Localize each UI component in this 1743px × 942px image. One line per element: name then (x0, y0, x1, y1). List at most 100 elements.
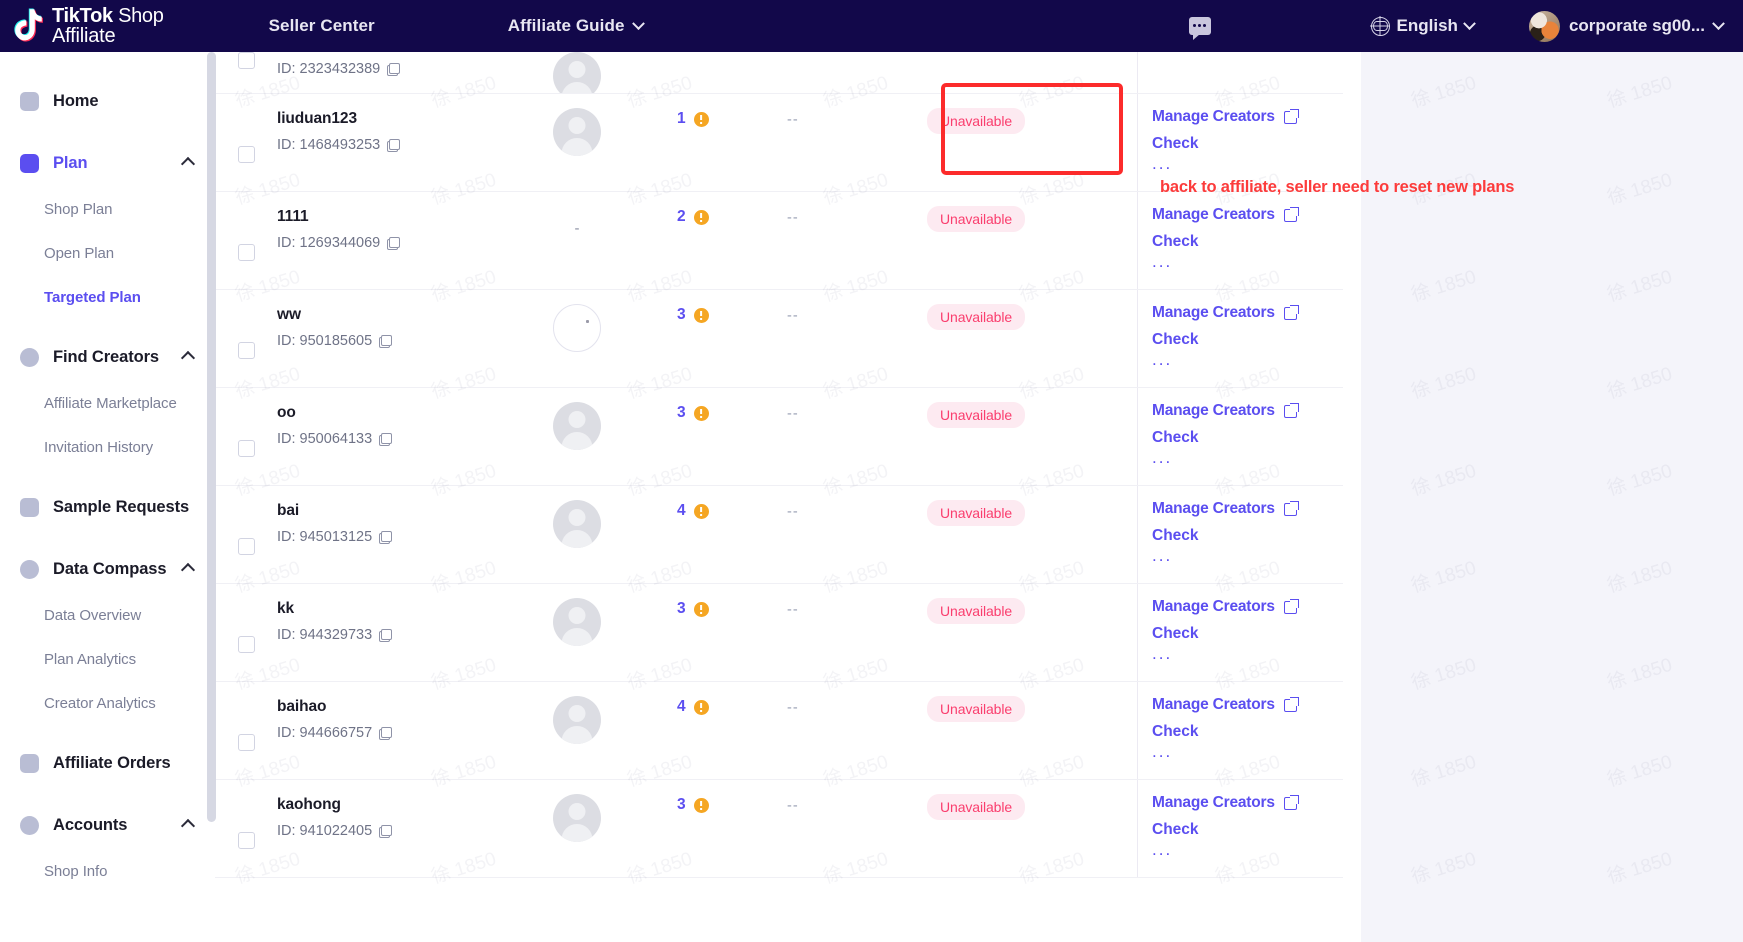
check-link[interactable]: Check (1152, 233, 1343, 251)
row-actions-cell[interactable]: Manage Creators Check... (1137, 290, 1343, 387)
table-row[interactable]: 1111 ID: 1269344069 - 2 -- Unavailable Manage … (215, 192, 1343, 290)
check-link[interactable]: Check (1152, 135, 1343, 153)
manage-creators-link[interactable]: Manage Creators (1152, 108, 1343, 126)
manage-creators-link[interactable]: Manage Creators (1152, 500, 1343, 518)
check-link[interactable]: Check (1152, 331, 1343, 349)
sidebar-item-home[interactable]: Home (0, 84, 215, 118)
more-actions-button[interactable]: ... (1152, 743, 1343, 760)
sidebar-subitem-targeted-plan[interactable]: Targeted Plan (0, 282, 215, 312)
table-row[interactable]: baihao ID: 944666757 4 -- Unavailable Manage … (215, 682, 1343, 780)
sidebar-subitem-affiliate-marketplace[interactable]: Affiliate Marketplace (0, 388, 215, 418)
sidebar-item-plan[interactable]: Plan (0, 146, 215, 180)
sidebar-item-sample-requests[interactable]: Sample Requests (0, 490, 215, 524)
more-actions-button[interactable]: ... (1152, 841, 1343, 858)
copy-icon[interactable] (379, 726, 393, 740)
more-actions-button[interactable]: ... (1152, 155, 1343, 172)
row-checkbox[interactable] (237, 832, 255, 849)
row-checkbox[interactable] (237, 52, 255, 69)
check-link[interactable]: Check (1152, 723, 1343, 741)
table-row[interactable]: oo ID: 950064133 3 -- Unavailable Manage Crea… (215, 388, 1343, 486)
row-checkbox[interactable] (237, 146, 255, 163)
sidebar-subitem-open-plan[interactable]: Open Plan (0, 238, 215, 268)
manage-creators-link[interactable]: Manage Creators (1152, 598, 1343, 616)
more-actions-button[interactable]: ... (1152, 645, 1343, 662)
row-checkbox[interactable] (237, 636, 255, 653)
sidebar-subitem-data-overview[interactable]: Data Overview (0, 600, 215, 630)
row-checkbox-cell[interactable] (215, 388, 277, 485)
sidebar-nav[interactable]: Home Plan Shop Plan Open Plan Targeted Plan F… (0, 52, 215, 942)
warning-icon[interactable] (693, 112, 709, 127)
copy-icon[interactable] (387, 62, 401, 76)
page-scrollbar[interactable] (207, 52, 216, 822)
row-checkbox[interactable] (237, 440, 255, 457)
row-checkbox-cell[interactable] (215, 290, 277, 387)
check-link[interactable]: Check (1152, 821, 1343, 839)
row-checkbox[interactable] (237, 342, 255, 359)
manage-creators-link[interactable]: Manage Creators (1152, 304, 1343, 322)
message-icon[interactable] (1188, 17, 1211, 40)
warning-icon[interactable] (693, 406, 709, 421)
row-actions-cell[interactable]: Manage Creators Check... (1137, 780, 1343, 877)
tiktok-shop-affiliate-logo[interactable]: TikTok Shop Affiliate (10, 5, 164, 46)
check-link[interactable]: Check (1152, 625, 1343, 643)
manage-creators-link[interactable]: Manage Creators (1152, 696, 1343, 714)
manage-creators-link[interactable]: Manage Creators (1152, 402, 1343, 420)
copy-icon[interactable] (379, 824, 393, 838)
nav-affiliate-guide[interactable]: Affiliate Guide (508, 16, 645, 36)
row-checkbox-cell[interactable] (215, 584, 277, 681)
chevron-up-icon[interactable] (180, 350, 196, 366)
sidebar-subitem-shop-plan[interactable]: Shop Plan (0, 194, 215, 224)
more-actions-button[interactable]: ... (1152, 547, 1343, 564)
sidebar-item-accounts[interactable]: Accounts (0, 808, 215, 842)
row-actions-cell[interactable]: Manage Creators Check... (1137, 192, 1343, 289)
table-row[interactable]: kk ID: 944329733 3 -- Unavailable Manage Crea… (215, 584, 1343, 682)
row-checkbox[interactable] (237, 244, 255, 261)
row-actions-cell[interactable]: Manage Creators Check... (1137, 682, 1343, 779)
row-actions-cell[interactable]: Manage Creators Check... (1137, 388, 1343, 485)
row-checkbox[interactable] (237, 734, 255, 751)
chevron-up-icon[interactable] (180, 156, 196, 172)
table-row[interactable]: kaohong ID: 941022405 3 -- Unavailable Manage… (215, 780, 1343, 878)
row-checkbox-cell[interactable] (215, 682, 277, 779)
copy-icon[interactable] (379, 530, 393, 544)
manage-creators-link[interactable]: Manage Creators (1152, 206, 1343, 224)
sidebar-item-find-creators[interactable]: Find Creators (0, 340, 215, 374)
check-link[interactable]: Check (1152, 429, 1343, 447)
row-actions-cell[interactable]: Manage Creators Check... (1137, 486, 1343, 583)
language-selector[interactable]: English (1370, 16, 1476, 36)
row-checkbox[interactable] (237, 538, 255, 555)
sidebar-subitem-shop-info[interactable]: Shop Info (0, 856, 215, 886)
chevron-up-icon[interactable] (180, 818, 196, 834)
nav-seller-center[interactable]: Seller Center (269, 16, 375, 36)
more-actions-button[interactable]: ... (1152, 253, 1343, 270)
copy-icon[interactable] (379, 628, 393, 642)
row-actions-cell[interactable]: Manage Creators Check... (1137, 584, 1343, 681)
warning-icon[interactable] (693, 798, 709, 813)
warning-icon[interactable] (693, 210, 709, 225)
warning-icon[interactable] (693, 700, 709, 715)
row-checkbox-cell[interactable] (215, 486, 277, 583)
account-menu[interactable]: corporate sg00... (1528, 10, 1725, 42)
check-link[interactable]: Check (1152, 527, 1343, 545)
copy-icon[interactable] (387, 236, 401, 250)
row-checkbox-cell[interactable] (215, 52, 277, 93)
row-actions-cell[interactable] (1137, 52, 1343, 93)
warning-icon[interactable] (693, 504, 709, 519)
row-checkbox-cell[interactable] (215, 780, 277, 877)
more-actions-button[interactable]: ... (1152, 351, 1343, 368)
sidebar-subitem-invitation-history[interactable]: Invitation History (0, 432, 215, 462)
sidebar-subitem-creator-analytics[interactable]: Creator Analytics (0, 688, 215, 718)
manage-creators-link[interactable]: Manage Creators (1152, 794, 1343, 812)
table-row[interactable]: ww ID: 950185605 3 -- Unavailable Manage Crea… (215, 290, 1343, 388)
warning-icon[interactable] (693, 602, 709, 617)
warning-icon[interactable] (693, 308, 709, 323)
row-checkbox-cell[interactable] (215, 94, 277, 191)
chevron-up-icon[interactable] (180, 562, 196, 578)
table-row[interactable]: ID: 2323432389 (215, 52, 1343, 94)
row-checkbox-cell[interactable] (215, 192, 277, 289)
copy-icon[interactable] (387, 138, 401, 152)
sidebar-item-affiliate-orders[interactable]: Affiliate Orders (0, 746, 215, 780)
copy-icon[interactable] (379, 432, 393, 446)
table-row[interactable]: bai ID: 945013125 4 -- Unavailable Manage Cre… (215, 486, 1343, 584)
more-actions-button[interactable]: ... (1152, 449, 1343, 466)
